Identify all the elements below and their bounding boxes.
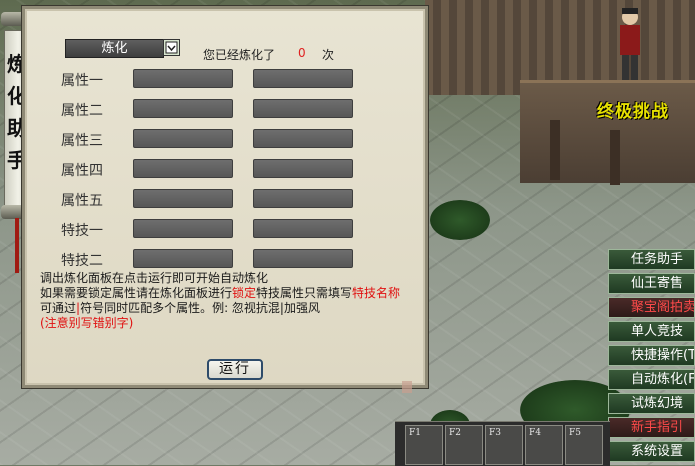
hotkey-slot[interactable]: F4 xyxy=(525,425,563,465)
scroll-tassel xyxy=(15,218,19,273)
npc-character[interactable] xyxy=(612,5,648,85)
attr1-slot-a[interactable] xyxy=(133,69,233,88)
skill-row-label: 特技二 xyxy=(61,253,103,269)
hotkey-label: F1 xyxy=(409,428,421,438)
hotkey-bar: F1 F2 F3 F4 F5 xyxy=(395,421,610,466)
side-btn-quick-ops[interactable]: 快捷操作(Tab) xyxy=(608,345,695,366)
attr3-slot-b[interactable] xyxy=(253,129,353,148)
skill2-slot-a[interactable] xyxy=(133,249,233,268)
side-btn-task-assistant[interactable]: 任务助手 xyxy=(608,249,695,270)
dropdown-icon xyxy=(165,41,178,54)
hotkey-slot[interactable]: F2 xyxy=(445,425,483,465)
attr-row-label: 属性一 xyxy=(61,73,103,89)
refine-assistant-panel: 炼化 您已经炼化了 0 次 属性一 属性二 属性三 属性四 属性五 特技一 特技… xyxy=(22,6,428,393)
skill1-slot-b[interactable] xyxy=(253,219,353,238)
dropdown-button[interactable] xyxy=(163,39,180,56)
refine-count-unit: 次 xyxy=(322,48,335,62)
attr-row-label: 属性四 xyxy=(61,163,103,179)
help-text-span: 特技属性只需填写 xyxy=(256,286,353,300)
help-line-2: 如果需要锁定属性请在炼化面板进行锁定特技属性只需填写特技名称 xyxy=(40,286,405,301)
help-text-span: 如果需要锁定属性请在炼化面板进行 xyxy=(40,286,233,300)
attr2-slot-b[interactable] xyxy=(253,99,353,118)
attr-row-label: 属性二 xyxy=(61,103,103,119)
run-button[interactable]: 运行 xyxy=(207,359,263,380)
side-btn-settings[interactable]: 系统设置 xyxy=(608,441,695,462)
help-warning: (注意别写错别字) xyxy=(40,316,134,330)
skill2-slot-b[interactable] xyxy=(253,249,353,268)
attr-row-label: 属性三 xyxy=(61,133,103,149)
attr5-slot-a[interactable] xyxy=(133,189,233,208)
help-text-span: 可通过 xyxy=(40,301,77,315)
side-btn-trial-realm[interactable]: 试炼幻境 xyxy=(608,393,695,414)
seal-icon xyxy=(402,381,412,393)
skill-row-label: 特技一 xyxy=(61,223,103,239)
refine-count-label: 您已经炼化了 xyxy=(203,48,276,62)
attr4-slot-a[interactable] xyxy=(133,159,233,178)
side-btn-auction[interactable]: 聚宝阁拍卖 xyxy=(608,297,695,318)
attr4-slot-b[interactable] xyxy=(253,159,353,178)
shrub xyxy=(430,200,490,240)
hotkey-label: F2 xyxy=(449,428,461,438)
help-text-span: 符号同时匹配多个属性。例: 忽视抗混|加强风 xyxy=(80,301,320,315)
pavilion xyxy=(520,80,695,183)
npc-name-label: 终极挑战 xyxy=(597,102,669,122)
side-btn-solo-arena[interactable]: 单人竞技 xyxy=(608,321,695,342)
operation-select[interactable]: 炼化 xyxy=(65,39,164,58)
pavilion-post xyxy=(550,120,560,180)
attr5-slot-b[interactable] xyxy=(253,189,353,208)
skill1-slot-a[interactable] xyxy=(133,219,233,238)
attr3-slot-a[interactable] xyxy=(133,129,233,148)
hotkey-label: F4 xyxy=(529,428,541,438)
attr1-slot-b[interactable] xyxy=(253,69,353,88)
hotkey-slot[interactable]: F1 xyxy=(405,425,443,465)
side-btn-newbie-guide[interactable]: 新手指引 xyxy=(608,417,695,438)
help-highlight: 锁定 xyxy=(232,286,257,300)
side-btn-auto-refine[interactable]: 自动炼化(F1) xyxy=(608,369,695,390)
hotkey-slot[interactable]: F3 xyxy=(485,425,523,465)
attr2-slot-a[interactable] xyxy=(133,99,233,118)
help-highlight: 特技名称 xyxy=(352,286,401,300)
help-line-3: 可通过|符号同时匹配多个属性。例: 忽视抗混|加强风 xyxy=(40,301,405,316)
pavilion-post xyxy=(610,130,620,185)
side-btn-consignment[interactable]: 仙王寄售 xyxy=(608,273,695,294)
hotkey-label: F5 xyxy=(569,428,581,438)
attr-row-label: 属性五 xyxy=(61,193,103,209)
help-text: 调出炼化面板在点击运行即可开始自动炼化 如果需要锁定属性请在炼化面板进行锁定特技… xyxy=(40,271,405,331)
hotkey-slot[interactable]: F5 xyxy=(565,425,603,465)
hotkey-label: F3 xyxy=(489,428,501,438)
refine-count-value: 0 xyxy=(298,46,306,60)
help-line-1: 调出炼化面板在点击运行即可开始自动炼化 xyxy=(40,271,269,285)
